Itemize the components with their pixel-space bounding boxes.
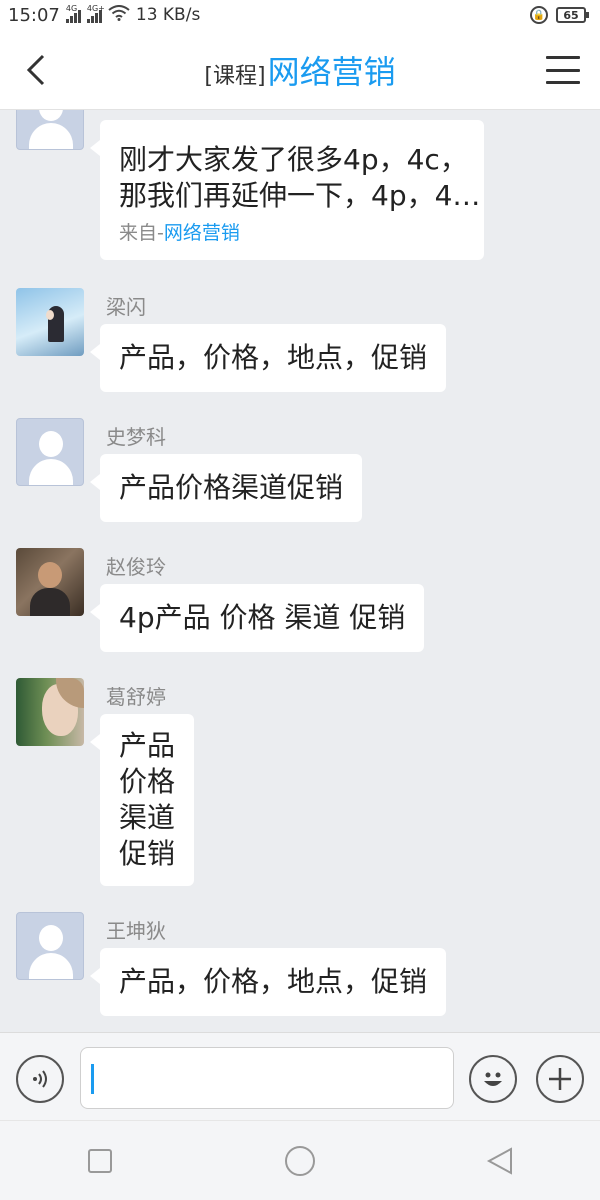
avatar-figure-face bbox=[46, 310, 54, 320]
status-bar: 15:07 4G 4G+ 13 KB/s 🔒 65 bbox=[0, 0, 600, 30]
sender-name: 史梦科 bbox=[106, 425, 166, 449]
menu-button[interactable] bbox=[546, 56, 580, 84]
message-source: 来自-网络营销 bbox=[119, 222, 240, 244]
avatar[interactable] bbox=[16, 110, 84, 150]
title-prefix: [课程] bbox=[204, 63, 266, 89]
message-text: 那我们再延伸一下，4p，4… bbox=[119, 179, 481, 212]
signal-icon-1: 4G bbox=[65, 4, 81, 23]
plus-icon bbox=[549, 1068, 571, 1090]
sender-name: 梁闪 bbox=[106, 295, 146, 319]
sender-name: 葛舒婷 bbox=[106, 685, 166, 709]
chevron-left-icon bbox=[26, 54, 45, 86]
source-link[interactable]: 网络营销 bbox=[164, 222, 240, 244]
message-input[interactable] bbox=[80, 1047, 454, 1109]
nav-bar: [课程] 网络营销 bbox=[0, 30, 600, 110]
sender-name: 赵俊玲 bbox=[106, 555, 166, 579]
avatar[interactable] bbox=[16, 288, 84, 356]
emoji-button[interactable] bbox=[469, 1055, 517, 1103]
message-bubble[interactable]: 产品，价格，地点，促销 bbox=[89, 948, 447, 1016]
status-time: 15:07 bbox=[8, 4, 60, 26]
avatar-figure bbox=[30, 588, 70, 616]
back-nav-button[interactable] bbox=[470, 1131, 530, 1191]
square-icon bbox=[88, 1148, 112, 1173]
voice-button[interactable] bbox=[16, 1055, 64, 1103]
message-text: 产品，价格，地点，促销 bbox=[119, 965, 428, 998]
avatar-figure-face bbox=[38, 562, 62, 588]
add-button[interactable] bbox=[536, 1055, 584, 1103]
message-text: 促销 bbox=[119, 837, 176, 870]
text-caret bbox=[91, 1064, 94, 1094]
back-button[interactable] bbox=[18, 52, 54, 88]
home-button[interactable] bbox=[270, 1131, 330, 1191]
avatar[interactable] bbox=[16, 548, 84, 616]
page-title: [课程] 网络营销 bbox=[204, 47, 395, 93]
signal-icon-2: 4G+ bbox=[86, 4, 105, 23]
smiley-icon bbox=[484, 1072, 502, 1086]
message-text: 产品，价格，地点，促销 bbox=[119, 341, 428, 374]
voice-icon bbox=[33, 1070, 47, 1088]
circle-icon bbox=[285, 1145, 315, 1176]
battery-icon: 65 bbox=[556, 7, 589, 23]
message-bubble[interactable]: 刚才大家发了很多4p，4c， 那我们再延伸一下，4p，4… 来自-网络营销 bbox=[90, 120, 484, 260]
message-text: 刚才大家发了很多4p，4c， bbox=[119, 143, 468, 176]
message-text: 产品 bbox=[119, 729, 176, 762]
title-name: 网络营销 bbox=[267, 52, 396, 91]
avatar[interactable] bbox=[16, 418, 84, 486]
sender-name: 王坤狄 bbox=[106, 919, 166, 943]
network-speed: 13 KB/s bbox=[135, 5, 201, 25]
input-bar bbox=[0, 1032, 600, 1120]
system-nav-bar bbox=[0, 1120, 600, 1200]
rotation-lock-icon: 🔒 bbox=[530, 6, 548, 24]
message-text: 价格 bbox=[119, 765, 176, 798]
message-bubble[interactable]: 产品 价格 渠道 促销 bbox=[89, 714, 195, 886]
avatar[interactable] bbox=[16, 678, 84, 746]
message-bubble[interactable]: 产品价格渠道促销 bbox=[89, 454, 363, 522]
avatar[interactable] bbox=[16, 912, 84, 980]
triangle-back-icon bbox=[486, 1146, 512, 1175]
message-text: 4p产品 价格 渠道 促销 bbox=[119, 601, 406, 634]
message-text: 产品价格渠道促销 bbox=[119, 471, 344, 504]
message-bubble[interactable]: 产品，价格，地点，促销 bbox=[89, 324, 447, 392]
chat-list[interactable]: 刚才大家发了很多4p，4c， 那我们再延伸一下，4p，4… 来自-网络营销 梁闪… bbox=[0, 110, 600, 1032]
wifi-icon bbox=[108, 4, 130, 26]
message-bubble[interactable]: 4p产品 价格 渠道 促销 bbox=[89, 584, 425, 652]
message-text: 渠道 bbox=[119, 801, 176, 834]
menu-icon bbox=[546, 56, 580, 59]
recent-apps-button[interactable] bbox=[70, 1131, 130, 1191]
